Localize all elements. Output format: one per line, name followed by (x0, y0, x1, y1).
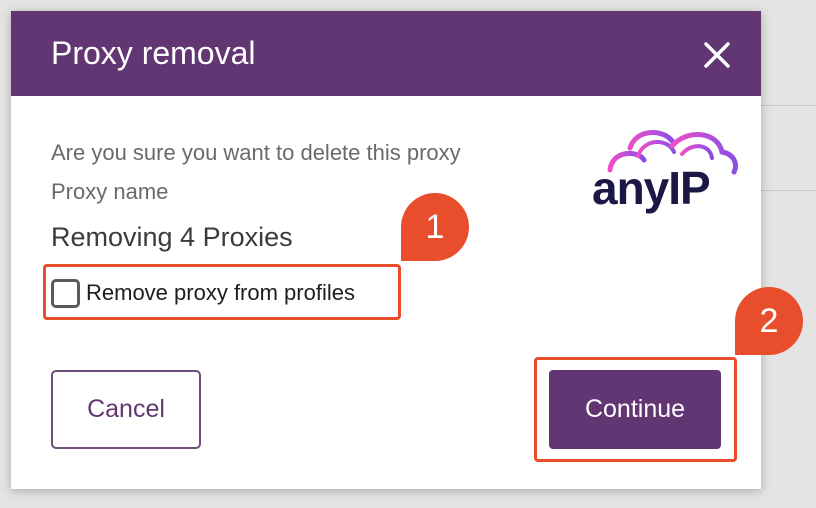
cancel-button[interactable]: Cancel (51, 370, 201, 449)
proxy-name-value: Removing 4 Proxies (51, 222, 293, 252)
annotation-marker-2: 2 (735, 287, 803, 355)
logo-wordmark: anyIP (592, 162, 711, 214)
dialog-header: Proxy removal (11, 11, 761, 96)
backdrop-divider (756, 105, 816, 106)
proxy-name-label: Proxy name (51, 179, 169, 204)
confirmation-prompt: Are you sure you want to delete this pro… (51, 140, 461, 165)
dialog-title: Proxy removal (51, 35, 256, 71)
close-icon (704, 42, 730, 68)
backdrop-divider (756, 190, 816, 191)
highlight-continue (534, 357, 737, 462)
close-button[interactable] (699, 37, 735, 73)
annotation-marker-1: 1 (401, 193, 469, 261)
highlight-checkbox (43, 264, 401, 320)
anyip-logo: anyIP (592, 124, 742, 214)
